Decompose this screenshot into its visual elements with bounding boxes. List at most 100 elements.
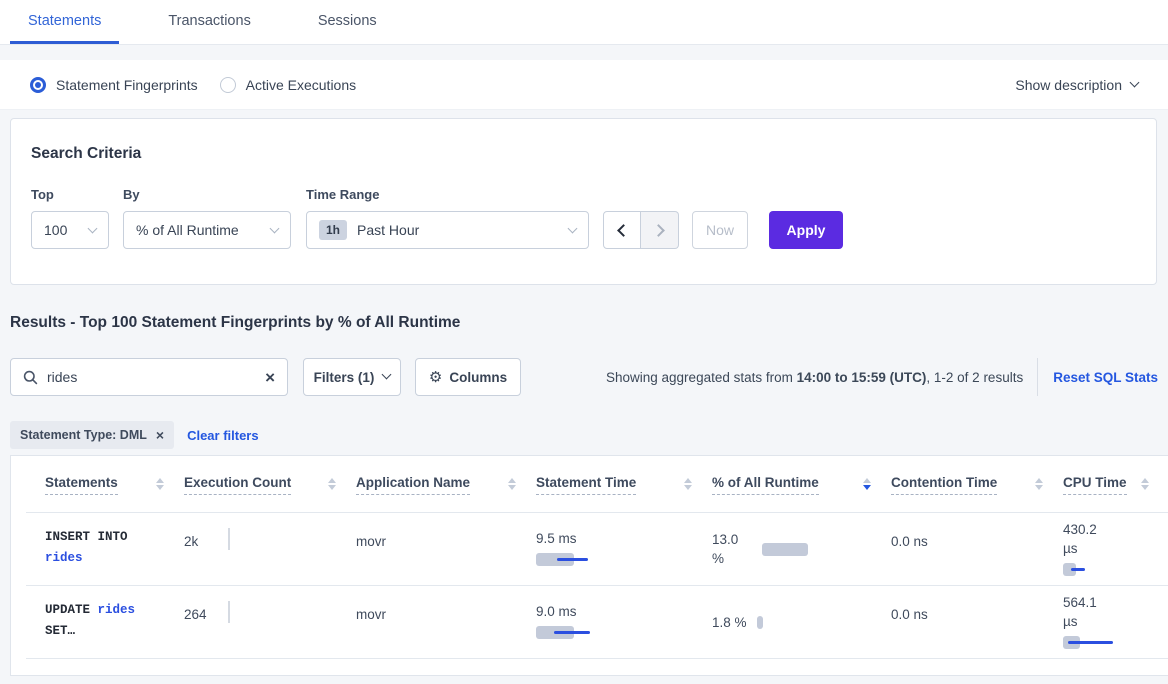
filters-button[interactable]: Filters (1): [303, 358, 401, 396]
column-header--of-all-runtime[interactable]: % of All Runtime: [712, 474, 891, 495]
statement-cell[interactable]: INSERT INTO rides: [45, 513, 184, 585]
chevron-down-icon: [270, 223, 280, 233]
statement-keyword: SET…: [45, 624, 75, 638]
view-toggle-bar: Statement Fingerprints Active Executions…: [0, 60, 1168, 110]
next-time-button[interactable]: [641, 211, 679, 249]
bar-blue: [557, 558, 588, 561]
results-heading: Results - Top 100 Statement Fingerprints…: [10, 314, 460, 332]
statement-text-line: UPDATE rides: [45, 599, 184, 620]
statements-table: Statements Execution CountApplication Nam…: [10, 455, 1168, 676]
sort-up-arrow: [328, 478, 336, 483]
cpu-time-cell: 564.1 µs: [1063, 586, 1168, 658]
statement-time-cell: 9.0 ms: [536, 586, 712, 658]
sort-icon[interactable]: [156, 478, 164, 490]
now-button[interactable]: Now: [692, 211, 748, 249]
time-range-select[interactable]: 1h Past Hour: [306, 211, 589, 249]
sort-down-arrow: [863, 485, 871, 490]
apply-button[interactable]: Apply: [769, 211, 843, 249]
sort-icon[interactable]: [328, 478, 336, 490]
sort-down-arrow: [508, 485, 516, 490]
sort-down-arrow: [1141, 485, 1149, 490]
gear-icon: ⚙: [429, 368, 442, 386]
columns-button[interactable]: ⚙ Columns: [415, 358, 521, 396]
tab-transactions[interactable]: Transactions: [150, 0, 268, 44]
column-header-statements[interactable]: Statements: [45, 474, 184, 495]
by-select[interactable]: % of All Runtime: [123, 211, 291, 249]
column-header-contention-time[interactable]: Contention Time: [891, 474, 1063, 495]
statement-time-cell: 9.5 ms: [536, 513, 712, 585]
duration-bar: [1063, 636, 1168, 650]
tab-sessions[interactable]: Sessions: [300, 0, 395, 44]
results-toolbar: × Filters (1) ⚙ Columns Showing aggregat…: [10, 358, 1158, 396]
by-label: By: [123, 187, 140, 202]
time-range-field-group: Time Range: [306, 187, 379, 202]
statement-time-value: 9.0 ms: [536, 604, 577, 619]
sort-icon[interactable]: [863, 478, 871, 490]
column-header-execution-count[interactable]: Execution Count: [184, 474, 356, 495]
sort-icon[interactable]: [1141, 478, 1149, 490]
time-pagination-group: [603, 211, 679, 249]
previous-time-button[interactable]: [603, 211, 641, 249]
statement-link[interactable]: rides: [98, 603, 136, 617]
sort-up-arrow: [1141, 478, 1149, 483]
statement-text-line: rides: [45, 547, 184, 568]
search-input[interactable]: [47, 369, 265, 385]
columns-button-label: Columns: [449, 370, 507, 385]
sort-up-arrow: [156, 478, 164, 483]
bar-blue: [554, 631, 590, 634]
duration-bar: [1063, 563, 1168, 577]
column-header-application-name[interactable]: Application Name: [356, 474, 536, 495]
top-select[interactable]: 100: [31, 211, 109, 249]
remove-filter-icon[interactable]: ×: [156, 427, 164, 443]
duration-bar: [536, 626, 712, 640]
sort-icon[interactable]: [684, 478, 692, 490]
execution-count-bar: [228, 601, 230, 623]
filter-chip-statement-type: Statement Type: DML ×: [10, 421, 174, 449]
radio-statement-fingerprints[interactable]: Statement Fingerprints: [30, 77, 198, 93]
statement-keyword: INSERT INTO: [45, 530, 128, 544]
bar-blue: [1068, 641, 1113, 644]
sort-icon[interactable]: [1035, 478, 1043, 490]
clear-filters-link[interactable]: Clear filters: [187, 428, 259, 443]
by-select-value: % of All Runtime: [136, 222, 239, 238]
table-body: INSERT INTOrides2kmovr9.5 ms13.0 %0.0 ns…: [11, 513, 1168, 659]
tab-statements[interactable]: Statements: [10, 0, 119, 44]
contention-time-value: 0.0 ns: [891, 534, 928, 549]
statement-time-value: 9.5 ms: [536, 531, 577, 546]
sort-down-arrow: [684, 485, 692, 490]
chevron-down-icon: [568, 223, 578, 233]
radio-unselected-icon: [220, 77, 236, 93]
top-nav-tabs: Statements Transactions Sessions: [0, 0, 1168, 45]
runtime-bar: [757, 616, 763, 629]
sort-up-arrow: [508, 478, 516, 483]
contention-time-value: 0.0 ns: [891, 607, 928, 622]
by-field-group: By: [123, 187, 140, 202]
clear-search-icon[interactable]: ×: [265, 369, 275, 386]
chevron-left-icon: [617, 224, 630, 237]
tab-label: Statements: [28, 13, 101, 29]
column-header-label: Application Name: [356, 475, 470, 495]
top-select-value: 100: [44, 222, 67, 238]
application-name-value: movr: [356, 607, 386, 622]
runtime-value: 1.8 %: [712, 613, 747, 632]
column-header-label: % of All Runtime: [712, 475, 819, 495]
statement-keyword: UPDATE: [45, 603, 98, 617]
show-description-toggle[interactable]: Show description: [1015, 77, 1138, 93]
statement-link[interactable]: rides: [45, 551, 83, 565]
time-range-label: Time Range: [306, 187, 379, 202]
radio-selected-icon: [30, 77, 46, 93]
sort-icon[interactable]: [508, 478, 516, 490]
execution-count-value: 264: [184, 607, 207, 622]
statement-cell[interactable]: UPDATE rides SET…: [45, 586, 184, 658]
column-header-statement-time[interactable]: Statement Time: [536, 474, 712, 495]
table-header-row: Statements Execution CountApplication Nam…: [26, 456, 1168, 513]
search-box[interactable]: ×: [10, 358, 288, 396]
column-header-label: Statements: [45, 475, 118, 495]
reset-sql-stats-link[interactable]: Reset SQL Stats: [1037, 358, 1158, 396]
column-header-cpu-time[interactable]: CPU Time: [1063, 474, 1168, 495]
filters-button-label: Filters (1): [314, 370, 375, 385]
bar-blue: [1071, 568, 1085, 571]
radio-active-executions[interactable]: Active Executions: [220, 77, 357, 93]
chevron-down-icon: [1130, 78, 1140, 88]
contention-time-cell: 0.0 ns: [891, 513, 1063, 585]
